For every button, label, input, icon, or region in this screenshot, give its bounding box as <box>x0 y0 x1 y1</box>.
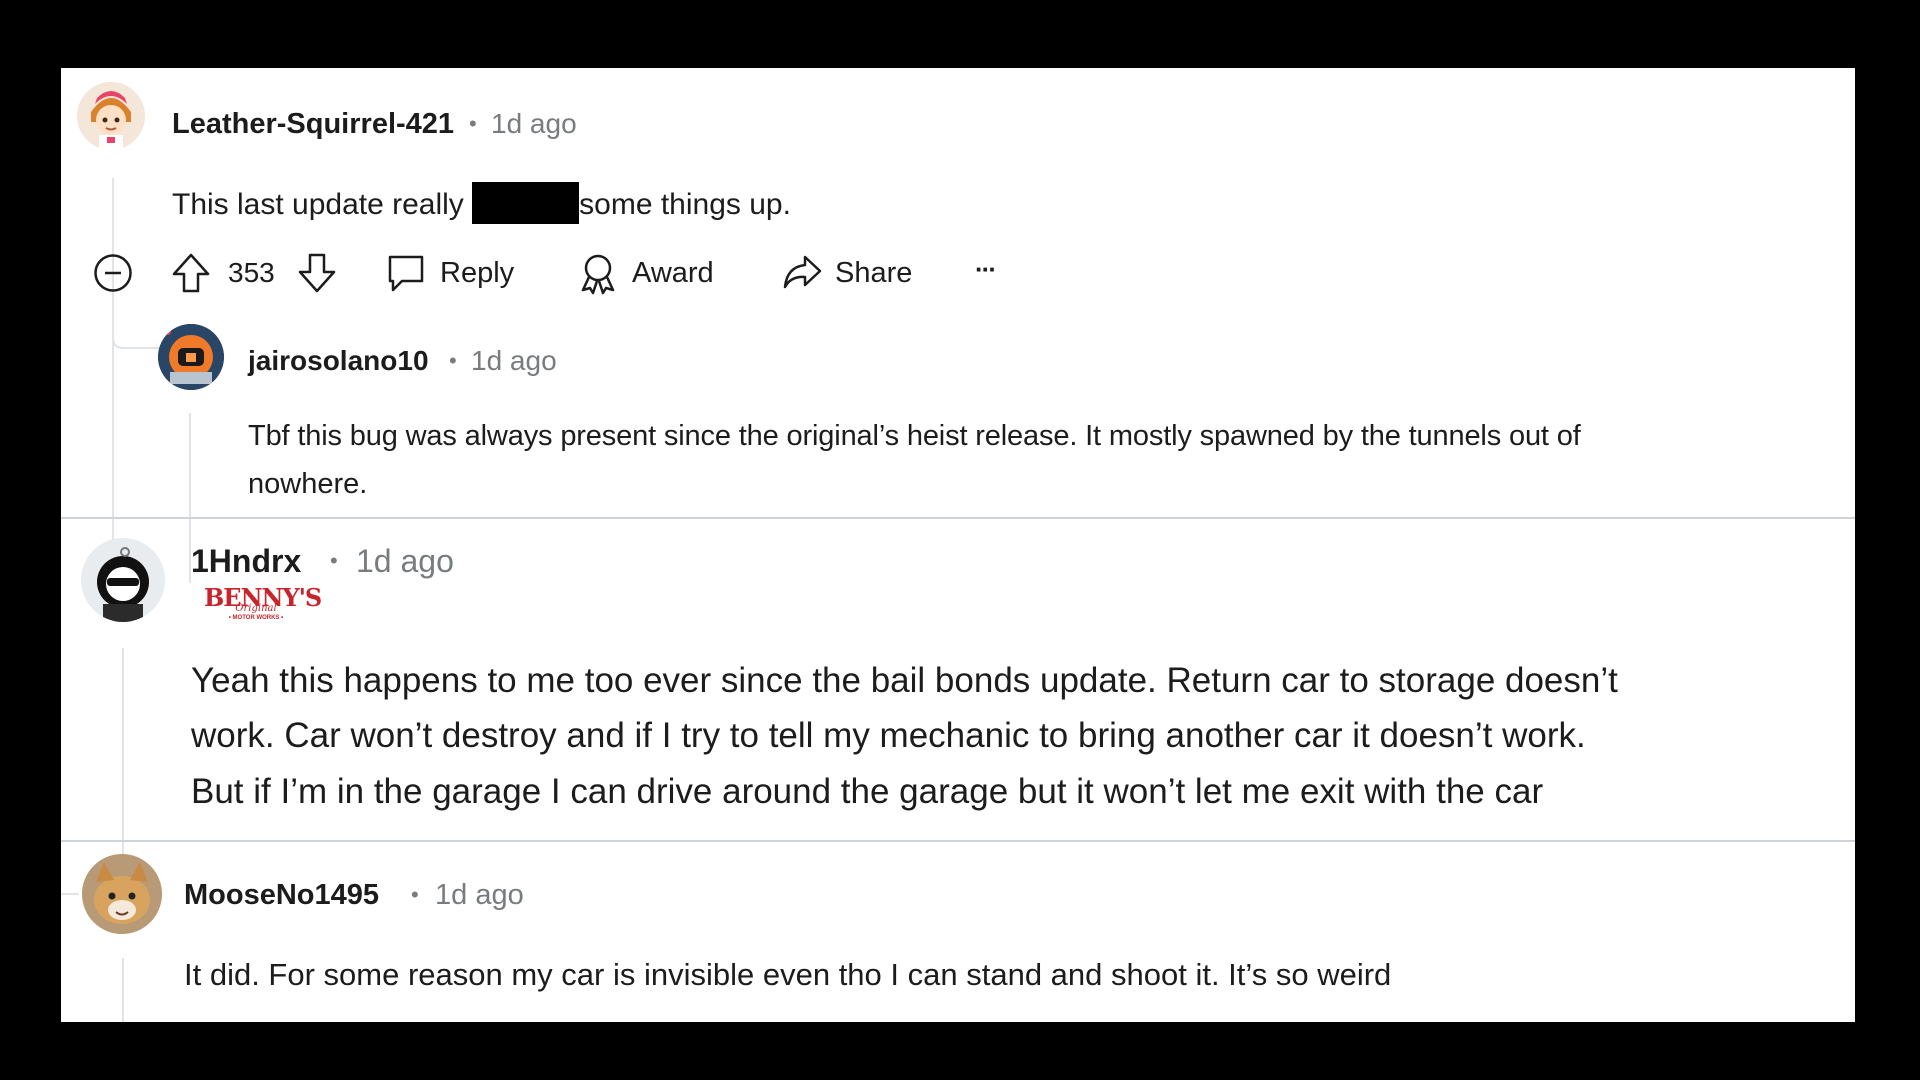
comment-line: nowhere. <box>248 468 368 500</box>
separator-dot: • <box>330 548 338 573</box>
avatar[interactable] <box>158 324 224 390</box>
timestamp[interactable]: 1d ago <box>435 879 524 912</box>
upvote-button[interactable] <box>171 251 211 295</box>
username[interactable]: jairosolano10 <box>248 345 429 377</box>
comment-divider <box>61 840 1855 842</box>
share-label: Share <box>835 256 913 289</box>
avatar-image <box>77 82 145 150</box>
username[interactable]: 1Hndrx <box>191 543 301 580</box>
separator-dot: • <box>449 348 457 373</box>
upvote-icon <box>172 253 210 293</box>
award-label: Award <box>632 256 714 289</box>
share-button[interactable]: Share <box>781 251 912 295</box>
timestamp[interactable]: 1d ago <box>491 108 577 140</box>
comment-line: Tbf this bug was always present since th… <box>248 420 1581 452</box>
downvote-icon <box>298 253 336 293</box>
more-options-button[interactable]: ··· <box>975 254 997 285</box>
comment-divider <box>61 517 1855 519</box>
avatar-image <box>158 324 224 390</box>
comment-bubble-icon <box>388 255 424 292</box>
comment-line: It did. For some reason my car is invisi… <box>184 957 1392 992</box>
separator-dot: • <box>469 111 477 136</box>
redaction-bar <box>472 182 580 224</box>
avatar[interactable] <box>82 854 162 934</box>
award-ribbon-icon <box>581 254 615 295</box>
collapse-icon <box>94 254 132 292</box>
flair-sub: • MOTOR WORKS • <box>228 615 284 621</box>
thread-line[interactable] <box>112 178 114 583</box>
avatar-image <box>81 538 165 622</box>
username[interactable]: MooseNo1495 <box>184 879 379 912</box>
timestamp[interactable]: 1d ago <box>356 543 454 580</box>
comment-line: work. Car won’t destroy and if I try to … <box>191 716 1586 755</box>
comment-body: This last update really some things up. <box>172 182 791 224</box>
award-button[interactable]: Award <box>578 251 714 295</box>
user-flair-bennys: BENNY'S Original • MOTOR WORKS • <box>204 586 322 632</box>
downvote-button[interactable] <box>297 251 337 295</box>
comment-line: But if I’m in the garage I can drive aro… <box>191 772 1544 811</box>
avatar-image <box>82 854 162 934</box>
reply-button[interactable]: Reply <box>386 251 514 295</box>
avatar[interactable] <box>81 538 165 622</box>
share-arrow-icon <box>783 255 822 289</box>
comment-text-after: some things up. <box>579 188 791 221</box>
thread-line[interactable] <box>122 958 124 1022</box>
reply-label: Reply <box>440 256 515 289</box>
vote-count: 353 <box>228 257 275 288</box>
collapse-button[interactable] <box>93 253 133 293</box>
username[interactable]: Leather-Squirrel-421 <box>172 108 454 141</box>
timestamp[interactable]: 1d ago <box>471 345 557 377</box>
separator-dot: • <box>411 882 419 907</box>
comment-line: Yeah this happens to me too ever since t… <box>191 661 1618 700</box>
comments-panel: Leather-Squirrel-421 • 1d ago This last … <box>61 68 1855 1022</box>
avatar[interactable] <box>77 82 145 150</box>
comment-text-before: This last update really <box>172 188 464 221</box>
